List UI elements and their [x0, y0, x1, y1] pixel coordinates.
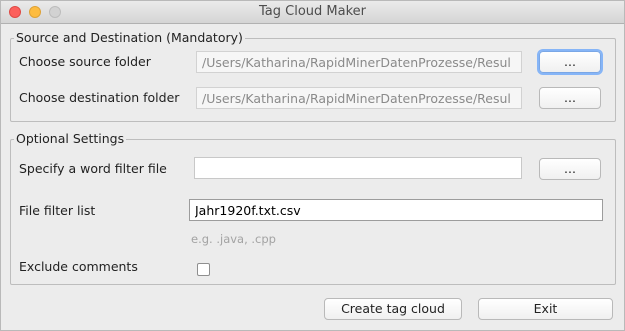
- source-folder-field: [196, 51, 522, 73]
- create-tag-cloud-button[interactable]: Create tag cloud: [324, 298, 462, 320]
- browse-word-filter-button[interactable]: ...: [539, 158, 601, 180]
- exclude-comments-checkbox[interactable]: [197, 263, 210, 276]
- tag-cloud-maker-window: Tag Cloud Maker Source and Destination (…: [0, 0, 625, 331]
- window-title: Tag Cloud Maker: [259, 4, 366, 19]
- word-filter-label: Specify a word filter file: [19, 161, 167, 176]
- source-folder-label: Choose source folder: [19, 54, 151, 69]
- destination-folder-field: [196, 87, 522, 109]
- word-filter-field[interactable]: [194, 157, 522, 179]
- file-filter-hint: e.g. .java, .cpp: [191, 232, 276, 246]
- optional-settings-legend: Optional Settings: [14, 131, 127, 146]
- source-destination-legend: Source and Destination (Mandatory): [14, 30, 245, 45]
- browse-destination-button[interactable]: ...: [539, 87, 601, 109]
- exclude-comments-label: Exclude comments: [19, 259, 138, 274]
- browse-source-button[interactable]: ...: [539, 51, 601, 73]
- destination-folder-label: Choose destination folder: [19, 90, 180, 105]
- file-filter-label: File filter list: [19, 203, 96, 218]
- exit-button[interactable]: Exit: [478, 298, 613, 320]
- file-filter-field[interactable]: [189, 199, 603, 221]
- title-bar[interactable]: Tag Cloud Maker: [1, 1, 624, 24]
